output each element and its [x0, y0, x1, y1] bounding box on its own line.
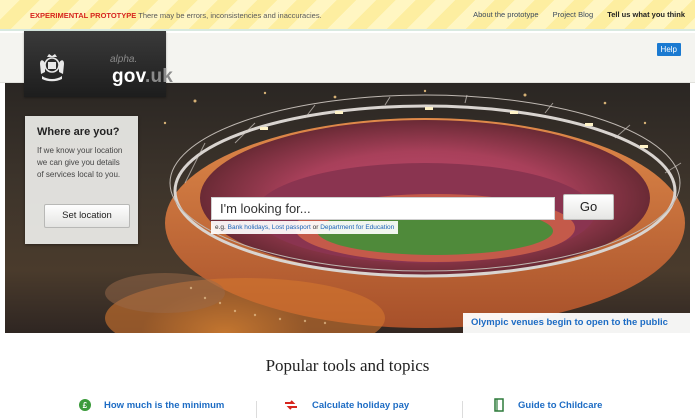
examples-prefix: e.g.: [215, 224, 226, 231]
search-input[interactable]: [211, 197, 555, 220]
search-examples: e.g. Bank holidays, Lost passport or Dep…: [211, 221, 399, 234]
divider: [256, 401, 257, 418]
example-link-lost-passport[interactable]: Lost passport: [272, 224, 311, 231]
prototype-flag: EXPERIMENTAL PROTOTYPE: [30, 11, 137, 20]
set-location-button[interactable]: Set location: [44, 204, 130, 228]
money-icon: £: [79, 399, 91, 411]
prototype-notice: EXPERIMENTAL PROTOTYPE There may be erro…: [30, 11, 322, 20]
banner-links: About the prototype Project Blog Tell us…: [461, 10, 685, 19]
svg-text:£: £: [83, 401, 88, 410]
location-panel: Where are you? If we know your location …: [25, 116, 138, 244]
holiday-icon: [285, 400, 297, 410]
popular-items: £ How much is the minimum Calculate holi…: [0, 398, 695, 418]
site-logo[interactable]: alpha. gov.uk: [24, 31, 173, 97]
logo-wordmark: gov.uk: [112, 66, 173, 88]
location-title: Where are you?: [37, 126, 120, 138]
prototype-notice-text: There may be errors, inconsistencies and…: [138, 11, 322, 20]
examples-or: or: [312, 224, 319, 231]
royal-crest-icon: [40, 54, 64, 82]
about-prototype-link[interactable]: About the prototype: [473, 10, 538, 19]
logo-name: gov: [112, 66, 145, 87]
popular-item-label: Guide to Childcare: [518, 400, 603, 411]
logo-suffix: .uk: [144, 66, 174, 87]
prototype-banner: EXPERIMENTAL PROTOTYPE There may be erro…: [0, 0, 695, 31]
popular-title: Popular tools and topics: [265, 356, 430, 375]
feedback-link[interactable]: Tell us what you think: [607, 10, 685, 19]
divider: [462, 401, 463, 418]
logo-alpha: alpha.: [110, 54, 138, 65]
project-blog-link[interactable]: Project Blog: [553, 10, 593, 19]
book-icon: [494, 398, 504, 412]
popular-item-label: How much is the minimum: [104, 400, 225, 411]
feature-link[interactable]: Olympic venues begin to open to the publ…: [463, 313, 690, 333]
example-link-bank-holidays[interactable]: Bank holidays,: [228, 224, 270, 231]
example-link-department-education[interactable]: Department for Education: [320, 224, 394, 231]
popular-item-label: Calculate holiday pay: [312, 400, 410, 411]
go-button[interactable]: Go: [563, 194, 614, 220]
location-description: If we know your location we can give you…: [37, 146, 123, 179]
help-button[interactable]: Help: [656, 43, 681, 56]
